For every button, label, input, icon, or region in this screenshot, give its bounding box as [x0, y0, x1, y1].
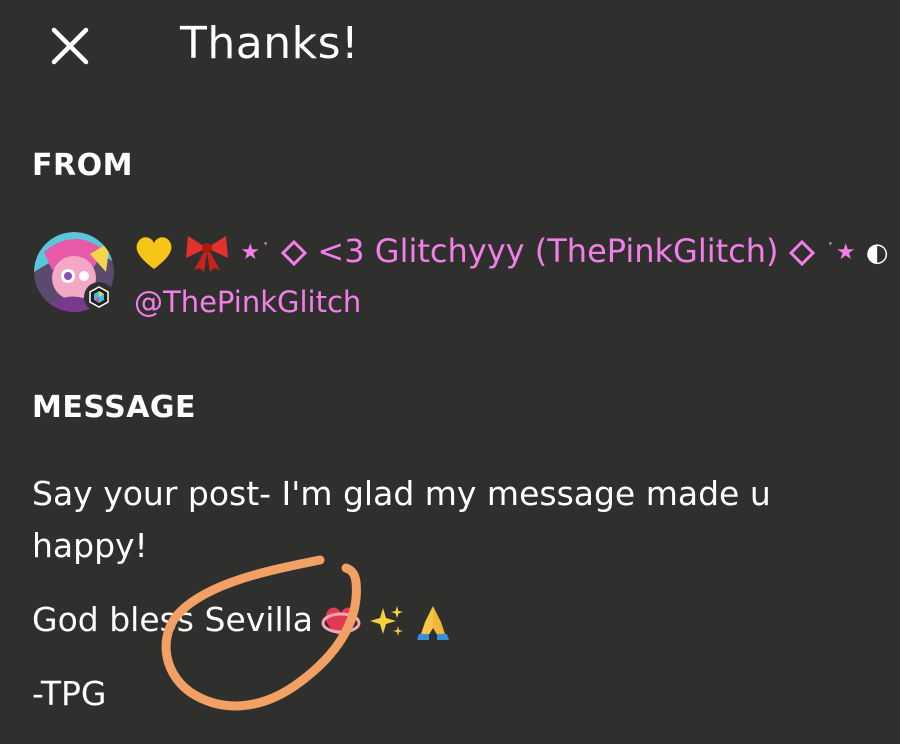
sparkle-star-icon: ★˙ [240, 240, 272, 265]
yellow-heart-icon [136, 237, 172, 269]
close-icon [51, 27, 89, 65]
sender-handle[interactable]: @ThePinkGlitch [134, 282, 361, 322]
sender-display-name: <3 Glitchyyy (ThePinkGlitch) [317, 232, 779, 270]
sparkles-icon [370, 605, 403, 636]
folded-hands-icon [417, 605, 449, 640]
message-body: Say your post- I'm glad my message made … [32, 468, 872, 720]
hexagon-badge [84, 282, 114, 312]
message-line-2-text: God bless Sevilla [32, 600, 313, 639]
hexagon-badge-icon [89, 286, 109, 308]
message-label: MESSAGE [32, 390, 197, 425]
message-line-2: God bless Sevilla [32, 594, 872, 646]
message-line-1: Say your post- I'm glad my message made … [32, 474, 771, 565]
avatar[interactable] [34, 232, 114, 312]
sparkle-star-icon: ˙★ [824, 240, 856, 265]
dialog-title: Thanks! [180, 18, 360, 69]
eye-icon: ◐ [865, 238, 889, 268]
message-line-3: -TPG [32, 674, 107, 713]
sender-name-row[interactable]: ★˙ <3 Glitchyyy (ThePinkGlitch) ˙★ ◐ [134, 228, 900, 276]
diamond-outline-icon [281, 240, 308, 266]
diamond-outline-icon [788, 240, 815, 266]
heart-ribbon-icon [321, 607, 361, 637]
close-button[interactable] [46, 22, 94, 70]
ribbon-bow-icon [186, 236, 229, 272]
from-label: FROM [32, 148, 133, 183]
